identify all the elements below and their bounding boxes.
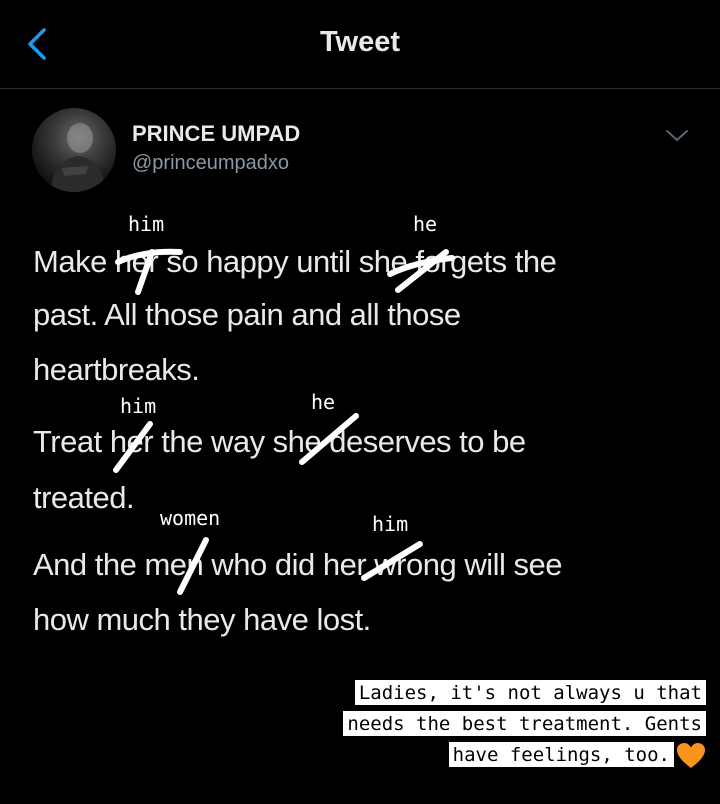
tweet-text-line: Make her so happy until she forgets the xyxy=(33,244,557,279)
tweet-text-line: how much they have lost. xyxy=(33,602,371,637)
handwritten-edit: he xyxy=(413,212,438,236)
page-title: Tweet xyxy=(319,26,401,58)
orange-heart-icon xyxy=(676,742,706,770)
author-name[interactable]: PRINCE UMPAD xyxy=(132,121,300,147)
avatar[interactable] xyxy=(32,108,116,192)
top-bar: Tweet xyxy=(0,0,720,89)
author-handle[interactable]: @princeumpadxo xyxy=(132,152,289,175)
handwritten-edit: him xyxy=(372,512,409,536)
handwritten-edit: women xyxy=(160,506,221,530)
caption-line: Ladies, it's not always u that xyxy=(354,680,706,705)
handwritten-edit: him xyxy=(120,394,157,418)
handwritten-edit: he xyxy=(311,390,336,414)
tweet-text-line: Treat her the way she deserves to be xyxy=(33,424,526,459)
tweet-text-line: And the men who did her wrong will see xyxy=(33,547,562,582)
caption-line: have feelings, too. xyxy=(448,742,674,767)
tweet-text-line: past. All those pain and all those xyxy=(33,297,461,332)
caption-line: needs the best treatment. Gents xyxy=(343,711,706,736)
tweet-text-line: heartbreaks. xyxy=(33,352,200,387)
handwritten-edit: him xyxy=(128,212,165,236)
chevron-down-icon[interactable] xyxy=(664,124,690,146)
tweet-text-line: treated. xyxy=(33,480,135,515)
